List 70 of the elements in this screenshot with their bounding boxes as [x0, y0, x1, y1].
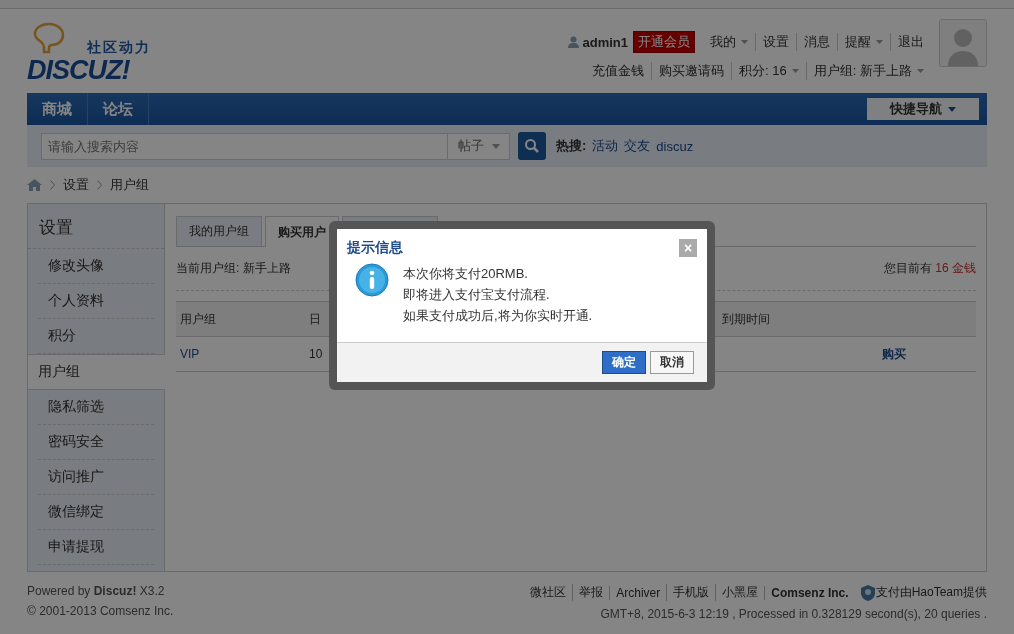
- header-link[interactable]: 充值金钱: [585, 62, 652, 80]
- current-group-text: 当前用户组: 新手上路: [176, 260, 291, 277]
- search-field[interactable]: 请输入搜索内容: [41, 132, 448, 160]
- sidebar-item[interactable]: 访问推广: [38, 460, 154, 495]
- footer-link[interactable]: 手机版: [666, 584, 716, 601]
- tab[interactable]: 我的用户组: [176, 216, 262, 246]
- footer-link[interactable]: 举报: [572, 584, 610, 601]
- vip-button[interactable]: 开通会员: [633, 31, 695, 53]
- header-link[interactable]: 积分: 16: [731, 62, 806, 80]
- sidebar-item[interactable]: 密码安全: [38, 425, 154, 460]
- footer-link[interactable]: Comsenz Inc.: [764, 585, 855, 600]
- payment-note: 支付由HaoTeam提供: [875, 584, 987, 601]
- sidebar-item[interactable]: 个人资料: [38, 284, 154, 319]
- caret-icon: [876, 40, 883, 44]
- chevron-icon: [97, 180, 102, 190]
- sidebar-item[interactable]: 用户组: [28, 354, 165, 390]
- sidebar-title: 设置: [28, 204, 164, 249]
- footer-link[interactable]: 小黑屋: [715, 584, 765, 601]
- footer-link[interactable]: 微社区: [524, 584, 573, 601]
- caret-icon: [917, 69, 924, 73]
- search-button[interactable]: [518, 132, 546, 160]
- header-link[interactable]: 消息: [796, 33, 837, 51]
- search-icon: [524, 138, 540, 154]
- stats-text: GMT+8, 2015-6-3 12:19 , Processed in 0.328129 second(s), 20 queries .: [600, 607, 987, 621]
- balance-label: 您目前有: [883, 261, 932, 275]
- header-link[interactable]: 我的: [703, 33, 755, 51]
- buy-link[interactable]: 购买: [808, 336, 976, 372]
- sidebar-item[interactable]: 申请提现: [38, 530, 154, 565]
- dialog-message: 如果支付成功后,将为你实时开通.: [403, 307, 593, 325]
- header-link[interactable]: 提醒: [837, 33, 890, 51]
- sidebar-item[interactable]: 修改头像: [38, 249, 154, 284]
- hot-search-link[interactable]: 交友: [624, 137, 651, 155]
- powered-by-text: Powered by Discuz! X3.2: [27, 584, 166, 598]
- column-header: 用户组: [176, 301, 305, 337]
- dialog-title: 提示信息: [347, 239, 403, 257]
- group-link[interactable]: VIP: [176, 336, 305, 372]
- copyright-text: © 2001-2013 Comsenz Inc.: [27, 604, 174, 618]
- quick-nav-button[interactable]: 快捷导航: [867, 98, 979, 120]
- caret-icon: [948, 106, 956, 112]
- header-link[interactable]: 退出: [890, 33, 931, 51]
- header-link[interactable]: 用户组: 新手上路: [805, 62, 931, 80]
- hot-search-link[interactable]: discuz: [656, 138, 694, 154]
- breadcrumb-link[interactable]: 设置: [63, 176, 89, 194]
- chevron-icon: [50, 180, 55, 190]
- info-icon: [355, 263, 389, 297]
- dialog-message: 本次你将支付20RMB.: [403, 265, 529, 283]
- sidebar-item[interactable]: 微信绑定: [38, 495, 154, 530]
- caret-icon: [741, 40, 748, 44]
- home-icon[interactable]: [27, 179, 42, 191]
- search-type-dropdown[interactable]: 帖子: [448, 132, 510, 160]
- username-link[interactable]: admin1: [582, 34, 628, 50]
- sidebar-item[interactable]: 隐私筛选: [38, 390, 154, 425]
- dialog-button[interactable]: 取消: [650, 351, 694, 374]
- caret-icon: [791, 69, 799, 73]
- user-icon: [568, 36, 580, 48]
- dialog-button[interactable]: 确定: [602, 351, 646, 374]
- balance-value: 16 金钱: [935, 261, 976, 275]
- header-link[interactable]: 设置: [755, 33, 796, 51]
- footer-link[interactable]: Archiver: [609, 585, 667, 600]
- column-header: 到期时间: [718, 301, 809, 337]
- breadcrumb-link[interactable]: 用户组: [110, 176, 149, 194]
- hot-search-label: 热搜:: [556, 137, 587, 155]
- logo-text: DISCUZ!: [27, 55, 130, 86]
- logo-tagline: 社区动力: [87, 39, 151, 57]
- header-link[interactable]: 购买邀请码: [651, 62, 732, 80]
- dialog-message: 即将进入支付宝支付流程.: [403, 286, 551, 304]
- shield-icon: [860, 584, 875, 601]
- caret-icon: [491, 143, 500, 149]
- hot-search-link[interactable]: 活动: [592, 137, 619, 155]
- avatar-icon[interactable]: [939, 19, 987, 67]
